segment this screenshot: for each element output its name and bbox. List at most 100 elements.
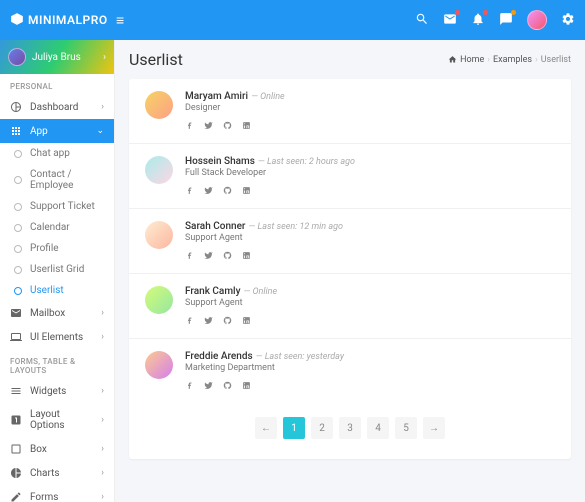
chevron-right-icon: › xyxy=(101,332,104,342)
user-row: Frank Camly— OnlineSupport Agent xyxy=(129,274,571,339)
chat-icon[interactable] xyxy=(499,12,513,29)
nav-layout[interactable]: Layout Options › xyxy=(0,403,114,437)
circle-icon xyxy=(14,203,22,211)
user-photo[interactable] xyxy=(145,221,173,249)
page-prev[interactable]: ← xyxy=(255,417,277,439)
facebook-icon[interactable] xyxy=(185,186,194,198)
user-status: — Last seen: yesterday xyxy=(256,352,344,362)
nav-mailbox[interactable]: Mailbox › xyxy=(0,301,114,325)
user-role: Support Agent xyxy=(185,233,555,243)
nav-widgets[interactable]: Widgets › xyxy=(0,379,114,403)
nav-app[interactable]: App ⌄ xyxy=(0,119,114,143)
chevron-right-icon: › xyxy=(101,308,104,318)
nav-section-personal: PERSONAL xyxy=(0,74,114,95)
bell-badge xyxy=(483,10,488,15)
twitter-icon[interactable] xyxy=(204,381,213,393)
facebook-icon[interactable] xyxy=(185,121,194,133)
user-row: Maryam Amiri— OnlineDesigner xyxy=(129,79,571,144)
mail-badge xyxy=(455,10,460,15)
user-role: Support Agent xyxy=(185,298,555,308)
facebook-icon[interactable] xyxy=(185,381,194,393)
page-1[interactable]: 1 xyxy=(283,417,305,439)
nav-sub-ticket[interactable]: Support Ticket xyxy=(0,196,114,217)
breadcrumb-sep: › xyxy=(535,55,538,65)
edit-icon xyxy=(10,491,22,502)
pie-icon xyxy=(10,467,22,479)
breadcrumb-sep: › xyxy=(487,55,490,65)
page-next[interactable]: → xyxy=(423,417,445,439)
page-4[interactable]: 4 xyxy=(367,417,389,439)
brand[interactable]: MINIMALPRO xyxy=(10,12,110,29)
circle-icon xyxy=(14,150,22,158)
user-avatar[interactable] xyxy=(527,10,547,30)
home-icon xyxy=(448,55,457,64)
linkedin-icon[interactable] xyxy=(242,186,251,198)
nav-mailbox-label: Mailbox xyxy=(30,308,65,319)
user-info: Hossein Shams— Last seen: 2 hours agoFul… xyxy=(185,154,555,198)
facebook-icon[interactable] xyxy=(185,251,194,263)
user-photo[interactable] xyxy=(145,286,173,314)
circle-icon xyxy=(14,287,22,295)
page-3[interactable]: 3 xyxy=(339,417,361,439)
nav-sub-usergrid[interactable]: Userlist Grid xyxy=(0,259,114,280)
user-name[interactable]: Freddie Arends xyxy=(185,351,253,362)
user-socials xyxy=(185,381,555,393)
github-icon[interactable] xyxy=(223,316,232,328)
twitter-icon[interactable] xyxy=(204,251,213,263)
mail-icon[interactable] xyxy=(443,12,457,29)
circle-icon xyxy=(14,224,22,232)
sidebar-user[interactable]: Juliya Brus › xyxy=(0,40,114,74)
box-icon xyxy=(10,443,22,455)
user-name[interactable]: Sarah Conner xyxy=(185,221,245,232)
page-2[interactable]: 2 xyxy=(311,417,333,439)
linkedin-icon[interactable] xyxy=(242,121,251,133)
page-5[interactable]: 5 xyxy=(395,417,417,439)
nav-app-label: App xyxy=(30,126,48,137)
twitter-icon[interactable] xyxy=(204,316,213,328)
facebook-icon[interactable] xyxy=(185,316,194,328)
nav-sub-profile-label: Profile xyxy=(30,243,59,254)
nav-charts[interactable]: Charts › xyxy=(0,461,114,485)
user-info: Frank Camly— OnlineSupport Agent xyxy=(185,284,555,328)
crumb-current: Userlist xyxy=(541,55,571,65)
search-icon[interactable] xyxy=(415,12,429,29)
nav-forms[interactable]: Forms › xyxy=(0,485,114,502)
chevron-right-icon: › xyxy=(103,52,106,63)
laptop-icon xyxy=(10,331,22,343)
nav-box[interactable]: Box › xyxy=(0,437,114,461)
nav-sub-calendar[interactable]: Calendar xyxy=(0,217,114,238)
github-icon[interactable] xyxy=(223,381,232,393)
user-role: Designer xyxy=(185,103,555,113)
user-photo[interactable] xyxy=(145,351,173,379)
nav-ui[interactable]: UI Elements › xyxy=(0,325,114,349)
user-name[interactable]: Hossein Shams xyxy=(185,156,255,167)
github-icon[interactable] xyxy=(223,121,232,133)
twitter-icon[interactable] xyxy=(204,186,213,198)
nav-dashboard[interactable]: Dashboard › xyxy=(0,95,114,119)
nav-section-forms: FORMS, TABLE & LAYOUTS xyxy=(0,349,114,379)
nav-sub-profile[interactable]: Profile xyxy=(0,238,114,259)
linkedin-icon[interactable] xyxy=(242,316,251,328)
user-photo[interactable] xyxy=(145,91,173,119)
user-status: — Last seen: 12 min ago xyxy=(248,222,343,232)
nav-charts-label: Charts xyxy=(30,468,60,479)
user-name[interactable]: Maryam Amiri xyxy=(185,91,248,102)
github-icon[interactable] xyxy=(223,251,232,263)
menu-toggle-icon[interactable]: ≡ xyxy=(110,12,130,29)
linkedin-icon[interactable] xyxy=(242,381,251,393)
nav-sub-userlist[interactable]: Userlist xyxy=(0,280,114,301)
user-name[interactable]: Frank Camly xyxy=(185,286,240,297)
twitter-icon[interactable] xyxy=(204,121,213,133)
nav-sub-calendar-label: Calendar xyxy=(30,222,70,233)
nav-sub-contact[interactable]: Contact / Employee xyxy=(0,164,114,196)
crumb-examples[interactable]: Examples xyxy=(493,55,532,65)
logo-icon xyxy=(10,12,24,29)
nav-sub-chat[interactable]: Chat app xyxy=(0,143,114,164)
user-socials xyxy=(185,251,555,263)
gear-icon[interactable] xyxy=(561,12,575,29)
bell-icon[interactable] xyxy=(471,12,485,29)
linkedin-icon[interactable] xyxy=(242,251,251,263)
github-icon[interactable] xyxy=(223,186,232,198)
crumb-home[interactable]: Home xyxy=(460,55,484,65)
user-photo[interactable] xyxy=(145,156,173,184)
